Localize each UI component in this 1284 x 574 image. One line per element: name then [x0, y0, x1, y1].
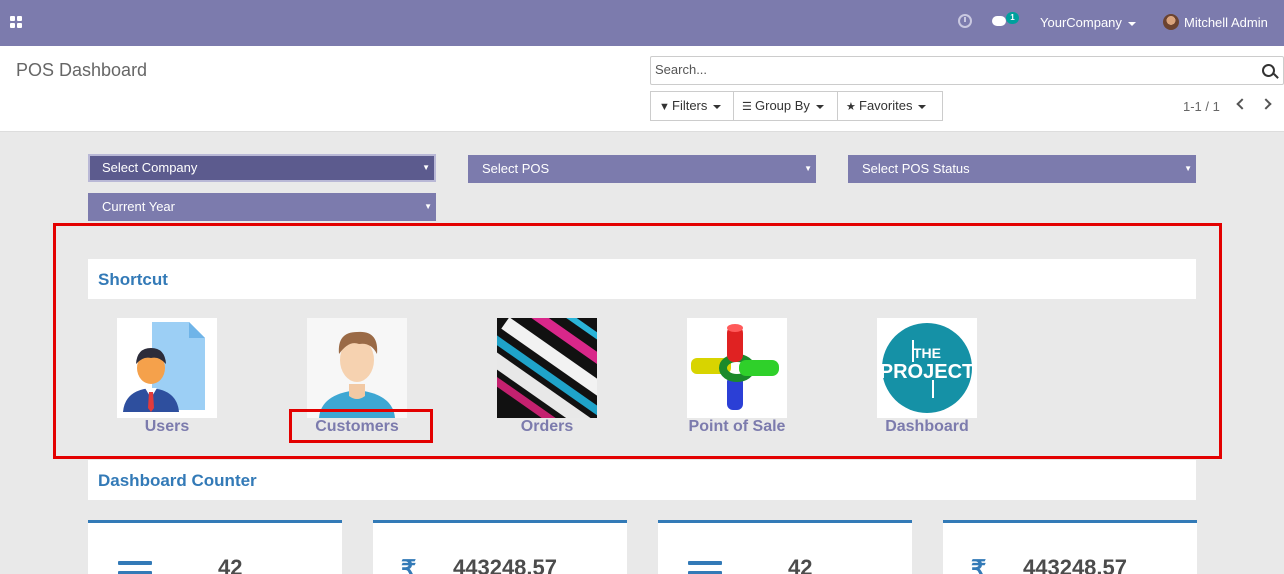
rupee-icon: ₹ — [971, 556, 987, 574]
counter-title: Dashboard Counter — [98, 471, 257, 490]
page-title: POS Dashboard — [16, 60, 148, 80]
messages-badge: 1 — [1006, 12, 1019, 24]
shortcut-highlight-frame — [53, 223, 1222, 459]
list-icon — [118, 561, 152, 574]
counter-card[interactable]: ₹ 443248.57 — [373, 520, 627, 574]
counter-value: 42 — [788, 555, 813, 574]
list-icon — [688, 561, 722, 574]
top-navbar: 1 YourCompany Mitchell Admin — [0, 0, 1284, 46]
pager-previous-icon[interactable] — [1236, 98, 1248, 110]
user-avatar[interactable] — [1163, 14, 1179, 30]
search-box — [650, 56, 1284, 85]
select-period-value: Current Year — [102, 199, 175, 214]
select-period[interactable]: Current Year ▼ — [88, 193, 436, 221]
filters-button[interactable]: ▼ Filters — [650, 91, 734, 121]
select-pos-value: Select POS — [482, 161, 550, 176]
select-pos[interactable]: Select POS ▼ — [468, 155, 816, 183]
company-name: YourCompany — [1040, 15, 1122, 30]
favorites-button[interactable]: ★ Favorites — [837, 91, 943, 121]
select-company-value: Select Company — [102, 160, 198, 175]
search-input[interactable] — [655, 62, 1245, 77]
counter-value: 443248.57 — [1023, 555, 1127, 574]
chevron-down-icon — [1127, 21, 1136, 26]
counter-value: 42 — [218, 555, 243, 574]
dropdown-arrow-icon: ▼ — [424, 202, 432, 211]
chevron-down-icon — [815, 104, 824, 109]
company-switcher[interactable]: YourCompany — [1040, 15, 1136, 30]
search-icon[interactable] — [1262, 64, 1275, 77]
activity-clock-icon[interactable] — [958, 14, 972, 28]
chevron-down-icon — [918, 104, 927, 109]
dropdown-arrow-icon: ▼ — [422, 163, 430, 172]
pager-value: 1-1 / 1 — [1183, 99, 1220, 114]
counter-value: 443248.57 — [453, 555, 557, 574]
favorites-label: Favorites — [859, 98, 913, 113]
dropdown-arrow-icon: ▼ — [804, 164, 812, 173]
rupee-icon: ₹ — [401, 556, 417, 574]
chevron-down-icon — [713, 104, 722, 109]
counter-card[interactable]: 42 — [88, 520, 342, 574]
select-company[interactable]: Select Company ▼ — [88, 154, 436, 182]
filters-label: Filters — [672, 98, 708, 113]
group-by-button[interactable]: ☰ Group By — [733, 91, 838, 121]
control-panel: POS Dashboard ▼Filters ☰Group By ★Favori… — [0, 46, 1284, 132]
messages-icon[interactable]: 1 — [992, 12, 1019, 28]
pager-next-icon[interactable] — [1260, 98, 1272, 110]
counter-card[interactable]: ₹ 443248.57 — [943, 520, 1197, 574]
select-pos-status[interactable]: Select POS Status ▼ — [848, 155, 1196, 183]
apps-menu-icon[interactable] — [10, 16, 23, 28]
dropdown-arrow-icon: ▼ — [1184, 164, 1192, 173]
star-icon: ★ — [846, 101, 856, 113]
bars-icon: ☰ — [742, 101, 752, 113]
filter-icon: ▼ — [659, 101, 670, 113]
select-pos-status-value: Select POS Status — [862, 161, 970, 176]
group-by-label: Group By — [755, 98, 810, 113]
counter-header: Dashboard Counter — [88, 460, 1196, 500]
customers-highlight-frame — [289, 409, 433, 443]
user-menu[interactable]: Mitchell Admin — [1184, 15, 1268, 30]
counter-card[interactable]: 42 — [658, 520, 912, 574]
